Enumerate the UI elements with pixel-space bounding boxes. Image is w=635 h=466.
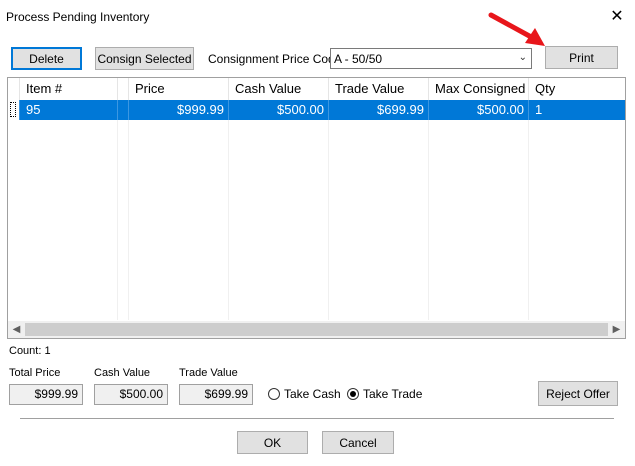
cell-spacer bbox=[117, 100, 128, 120]
cell-max-consigned[interactable]: $500.00 bbox=[428, 100, 528, 120]
price-code-label: Consignment Price Code bbox=[208, 52, 342, 66]
column-header-max-consigned[interactable]: Max Consigned bbox=[428, 78, 528, 100]
take-trade-label[interactable]: Take Trade bbox=[363, 387, 422, 401]
cancel-button[interactable]: Cancel bbox=[322, 431, 394, 454]
chevron-down-icon[interactable]: ⌄ bbox=[519, 52, 527, 63]
total-price-field: $999.99 bbox=[9, 384, 83, 405]
column-header-price[interactable]: Price bbox=[128, 78, 228, 100]
footer-divider bbox=[20, 418, 614, 419]
delete-button[interactable]: Delete bbox=[11, 47, 82, 70]
red-arrow-icon bbox=[488, 12, 545, 46]
row-header-corner bbox=[8, 78, 19, 100]
trade-value-field: $699.99 bbox=[179, 384, 253, 405]
count-label: Count: 1 bbox=[9, 345, 51, 357]
grid-divider bbox=[128, 120, 129, 320]
column-header-trade-value[interactable]: Trade Value bbox=[328, 78, 428, 100]
scroll-right-icon[interactable]: ▶ bbox=[608, 321, 625, 338]
row-selector[interactable] bbox=[8, 100, 19, 120]
cell-item[interactable]: 95 bbox=[19, 100, 117, 120]
table-row[interactable]: 95 $999.99 $500.00 $699.99 $500.00 1 bbox=[8, 100, 625, 120]
grid-divider bbox=[228, 120, 229, 320]
cell-qty[interactable]: 1 bbox=[528, 100, 625, 120]
column-spacer bbox=[117, 78, 128, 100]
ok-button[interactable]: OK bbox=[237, 431, 308, 454]
cell-cash-value[interactable]: $500.00 bbox=[228, 100, 328, 120]
print-button[interactable]: Print bbox=[545, 46, 618, 69]
scroll-left-icon[interactable]: ◀ bbox=[8, 321, 25, 338]
cell-trade-value[interactable]: $699.99 bbox=[328, 100, 428, 120]
consign-selected-button[interactable]: Consign Selected bbox=[95, 47, 194, 70]
grid-divider bbox=[528, 120, 529, 320]
cash-value-label: Cash Value bbox=[94, 367, 151, 379]
horizontal-scrollbar[interactable]: ◀ ▶ bbox=[8, 321, 625, 338]
grid-divider bbox=[328, 120, 329, 320]
inventory-grid[interactable]: Item # Price Cash Value Trade Value Max … bbox=[7, 77, 626, 339]
cash-value-field: $500.00 bbox=[94, 384, 168, 405]
take-trade-radio[interactable] bbox=[347, 388, 359, 400]
take-cash-radio[interactable] bbox=[268, 388, 280, 400]
grid-divider bbox=[428, 120, 429, 320]
column-header-item[interactable]: Item # bbox=[19, 78, 117, 100]
cell-price[interactable]: $999.99 bbox=[128, 100, 228, 120]
trade-value-label: Trade Value bbox=[179, 367, 238, 379]
scrollbar-thumb[interactable] bbox=[25, 323, 608, 336]
close-icon[interactable]: ✕ bbox=[607, 7, 627, 27]
column-header-cash-value[interactable]: Cash Value bbox=[228, 78, 328, 100]
reject-offer-button[interactable]: Reject Offer bbox=[538, 381, 618, 406]
total-price-label: Total Price bbox=[9, 367, 61, 379]
price-code-select[interactable]: A - 50/50 ⌄ bbox=[330, 48, 532, 69]
column-header-qty[interactable]: Qty bbox=[528, 78, 625, 100]
grid-divider bbox=[117, 120, 118, 320]
grid-header: Item # Price Cash Value Trade Value Max … bbox=[8, 78, 625, 101]
price-code-value: A - 50/50 bbox=[334, 51, 383, 66]
window-title: Process Pending Inventory bbox=[6, 10, 150, 24]
take-cash-label[interactable]: Take Cash bbox=[284, 387, 341, 401]
